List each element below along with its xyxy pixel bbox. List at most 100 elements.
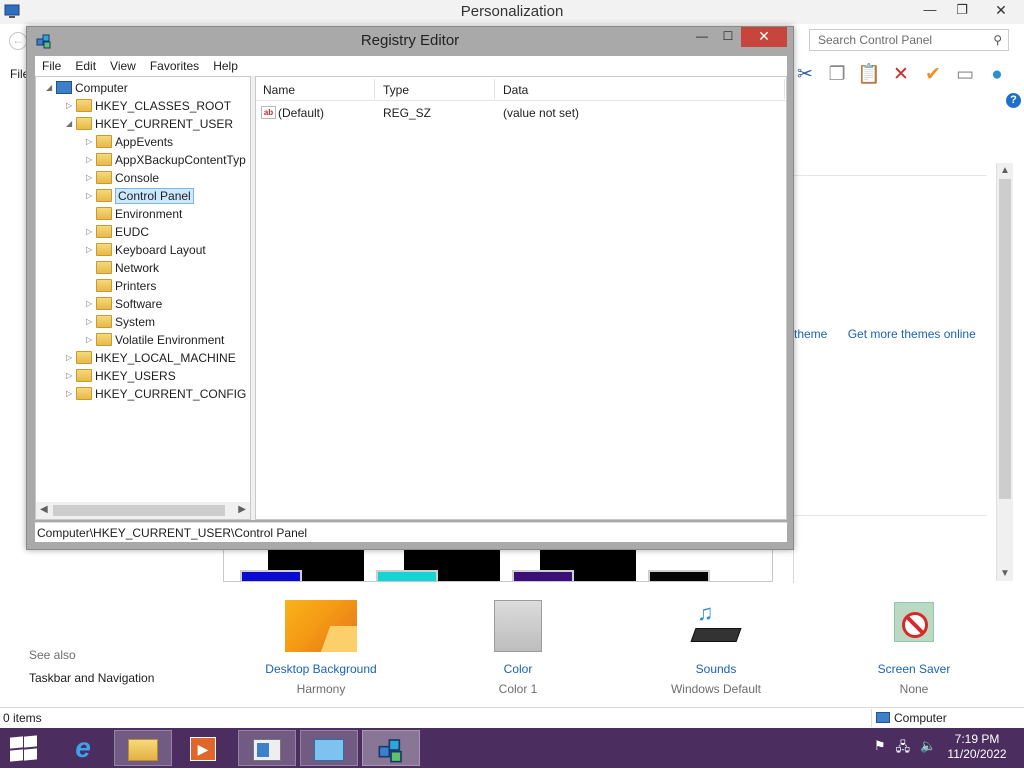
tree-node[interactable]: ▷ Volatile Environment [86, 331, 224, 349]
tree-node-label[interactable]: Software [115, 297, 162, 311]
close-button[interactable]: ✕ [978, 0, 1024, 22]
scrollbar-thumb[interactable] [999, 179, 1011, 499]
expand-arrow-icon[interactable]: ▷ [86, 187, 96, 205]
tree-node-label[interactable]: AppEvents [115, 135, 173, 149]
sounds-label[interactable]: Sounds [641, 662, 791, 676]
expand-arrow-icon[interactable]: ▷ [66, 385, 76, 403]
check-icon[interactable]: ✔ [920, 62, 946, 88]
volume-icon[interactable]: 🔈 [920, 738, 936, 760]
screen-saver-label[interactable]: Screen Saver [839, 662, 989, 676]
scroll-left-icon[interactable]: ◀ [40, 504, 48, 515]
tree-node[interactable]: Environment [86, 205, 182, 223]
start-button[interactable] [8, 735, 38, 762]
tree-node-label[interactable]: Computer [75, 81, 128, 95]
rename-icon[interactable]: ▭ [952, 62, 978, 88]
scroll-down-icon[interactable]: ▼ [1000, 568, 1010, 579]
screen-saver-item[interactable]: Screen Saver None [839, 600, 989, 696]
desktop-background-label[interactable]: Desktop Background [246, 662, 396, 676]
paste-icon[interactable]: 📋 [856, 62, 882, 88]
tree-node[interactable]: ▷ HKEY_CURRENT_CONFIG [66, 385, 246, 403]
tree-node-label[interactable]: HKEY_CURRENT_CONFIG [95, 387, 246, 401]
color-label[interactable]: Color [443, 662, 593, 676]
tree-node-label[interactable]: Keyboard Layout [115, 243, 206, 257]
column-name[interactable]: Name [263, 83, 295, 97]
search-icon[interactable]: ⚲ [993, 33, 1002, 47]
table-row[interactable]: ab (Default) REG_SZ (value not set) [256, 103, 786, 121]
get-more-themes-link[interactable]: Get more themes online [848, 327, 976, 341]
cut-icon[interactable]: ✂ [792, 62, 818, 88]
tree-node[interactable]: Printers [86, 277, 156, 295]
column-data[interactable]: Data [503, 83, 528, 97]
save-theme-link[interactable]: theme [794, 327, 827, 341]
tree-node[interactable]: ▷ Console [86, 169, 159, 187]
tree-node-label[interactable]: Control Panel [115, 188, 194, 204]
tree-node-label[interactable]: Environment [115, 207, 182, 221]
tree-node-label[interactable]: HKEY_CURRENT_USER [95, 117, 233, 131]
tree-node-label[interactable]: Printers [115, 279, 156, 293]
sounds-item[interactable]: ♫ Sounds Windows Default [641, 600, 791, 696]
search-input[interactable]: Search Control Panel ⚲ [809, 29, 1009, 51]
scroll-up-icon[interactable]: ▲ [1000, 165, 1010, 176]
tree-node-label[interactable]: HKEY_LOCAL_MACHINE [95, 351, 236, 365]
expand-arrow-icon[interactable]: ▷ [86, 241, 96, 259]
control-panel-icon[interactable] [238, 730, 296, 766]
menu-file[interactable]: File [35, 56, 68, 76]
copy-icon[interactable]: ❐ [824, 62, 850, 88]
back-arrow-icon[interactable]: ← [9, 32, 27, 50]
globe-icon[interactable]: ● [984, 62, 1010, 88]
minimize-button[interactable]: — [689, 27, 715, 47]
taskbar-navigation-link[interactable]: Taskbar and Navigation [29, 671, 154, 685]
tree-node-label[interactable]: Network [115, 261, 159, 275]
themes-scrollbar[interactable]: ▲ ▼ [996, 163, 1013, 581]
theme-thumbnails[interactable] [223, 548, 773, 582]
minimize-button[interactable]: — [914, 0, 946, 22]
tree-node[interactable]: ◢ HKEY_CURRENT_USER [66, 115, 233, 133]
collapse-arrow-icon[interactable]: ◢ [46, 79, 56, 97]
tree-node-label[interactable]: Console [115, 171, 159, 185]
tree-node-label[interactable]: EUDC [115, 225, 149, 239]
expand-arrow-icon[interactable]: ▷ [86, 313, 96, 331]
tree-node-label[interactable]: AppXBackupContentTyp [115, 153, 246, 167]
help-icon[interactable]: ? [1006, 93, 1021, 108]
tree-node[interactable]: ▷ HKEY_CLASSES_ROOT [66, 97, 231, 115]
expand-arrow-icon[interactable]: ▷ [66, 349, 76, 367]
delete-icon[interactable]: ✕ [888, 62, 914, 88]
desktop-background-item[interactable]: Desktop Background Harmony [246, 600, 396, 696]
maximize-button[interactable]: ☐ [715, 27, 741, 47]
scroll-right-icon[interactable]: ▶ [238, 504, 246, 515]
flag-icon[interactable]: ⚑ [874, 738, 886, 760]
column-type[interactable]: Type [383, 83, 409, 97]
tree-node-label[interactable]: HKEY_CLASSES_ROOT [95, 99, 231, 113]
tree-node[interactable]: ▷ Keyboard Layout [86, 241, 206, 259]
expand-arrow-icon[interactable]: ▷ [86, 169, 96, 187]
tree-node-label[interactable]: System [115, 315, 155, 329]
collapse-arrow-icon[interactable]: ◢ [66, 115, 76, 133]
tree-horizontal-scrollbar[interactable]: ◀ ▶ [36, 502, 250, 519]
internet-explorer-icon[interactable]: e [54, 730, 112, 766]
menu-view[interactable]: View [103, 56, 143, 76]
tree-node-label[interactable]: HKEY_USERS [95, 369, 176, 383]
file-explorer-icon[interactable] [114, 730, 172, 766]
personalization-title-bar[interactable]: Personalization — ❐ ✕ [0, 0, 1024, 24]
tree-node[interactable]: ▷ HKEY_LOCAL_MACHINE [66, 349, 236, 367]
tree-node[interactable]: Network [86, 259, 159, 277]
scrollbar-thumb[interactable] [53, 505, 225, 516]
registry-title-bar[interactable]: Registry Editor — ☐ ✕ [27, 27, 793, 55]
tree-node[interactable]: ▷ AppEvents [86, 133, 173, 151]
registry-editor-icon[interactable] [362, 730, 420, 766]
clock[interactable]: 7:19 PM 11/20/2022 [944, 732, 1010, 762]
tree-node[interactable]: ▷ EUDC [86, 223, 149, 241]
close-button[interactable]: ✕ [741, 27, 787, 47]
network-icon[interactable]: 🖧 [896, 738, 911, 760]
tree-node[interactable]: ▷ Control Panel [86, 187, 194, 205]
expand-arrow-icon[interactable]: ▷ [66, 97, 76, 115]
restore-button[interactable]: ❐ [946, 0, 978, 22]
expand-arrow-icon[interactable]: ▷ [66, 367, 76, 385]
media-player-icon[interactable]: ▶ [174, 730, 232, 766]
tree-node[interactable]: ▷ HKEY_USERS [66, 367, 176, 385]
tree-node[interactable]: ▷ AppXBackupContentTyp [86, 151, 246, 169]
menu-edit[interactable]: Edit [68, 56, 103, 76]
color-item[interactable]: Color Color 1 [443, 600, 593, 696]
expand-arrow-icon[interactable]: ▷ [86, 295, 96, 313]
menu-help[interactable]: Help [206, 56, 245, 76]
